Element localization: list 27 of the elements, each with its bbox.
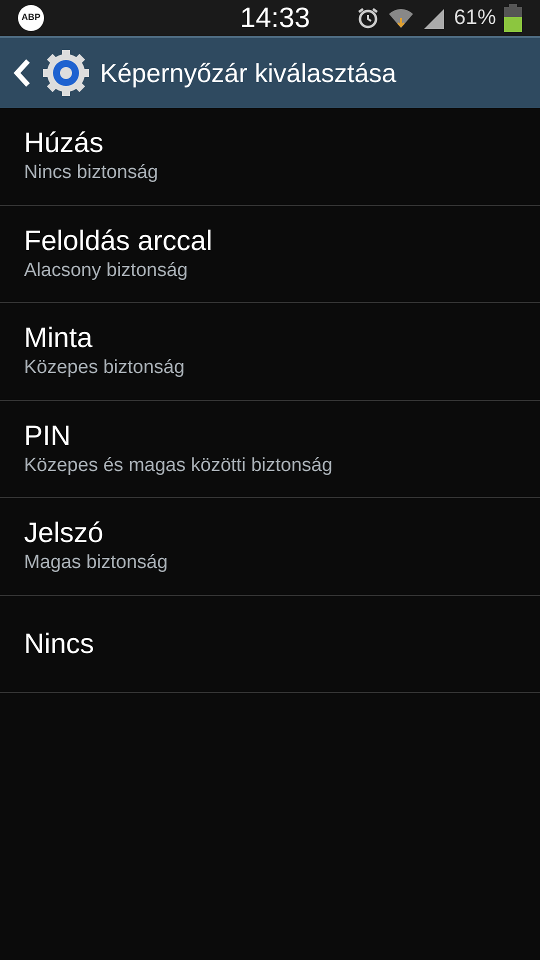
lock-option[interactable]: Minta Közepes biztonság (0, 303, 540, 400)
adblock-badge: ABP (18, 5, 44, 31)
lock-option[interactable]: Nincs (0, 596, 540, 693)
option-title: Feloldás arccal (24, 224, 214, 258)
settings-icon (42, 49, 90, 97)
lock-option[interactable]: Jelszó Magas biztonság (0, 498, 540, 596)
back-icon[interactable] (12, 59, 32, 87)
battery-percent: 61% (454, 5, 496, 32)
wifi-icon (388, 6, 414, 30)
option-title: Nincs (24, 626, 96, 661)
option-subtitle: Nincs biztonság (24, 161, 160, 186)
option-subtitle: Magas biztonság (24, 551, 169, 576)
lock-option[interactable]: Húzás Nincs biztonság (0, 108, 540, 206)
lock-option[interactable]: PIN Közepes és magas közötti biztonság (0, 400, 540, 498)
option-title: PIN (24, 418, 72, 453)
battery-icon (504, 4, 522, 32)
option-title: Minta (24, 321, 94, 356)
option-title: Húzás (24, 126, 104, 160)
option-subtitle: Közepes és magas közötti biztonság (24, 454, 334, 478)
screen-title: Képernyőzár kiválasztása (100, 56, 396, 90)
lock-option[interactable]: Feloldás arccal Alacsony biztonság (0, 206, 540, 303)
signal-icon (422, 7, 446, 29)
alarm-icon (356, 6, 380, 30)
option-subtitle: Alacsony biztonság (24, 258, 189, 283)
option-subtitle: Közepes biztonság (24, 356, 186, 380)
option-title: Jelszó (24, 516, 104, 550)
clock: 14:33 (240, 3, 310, 33)
